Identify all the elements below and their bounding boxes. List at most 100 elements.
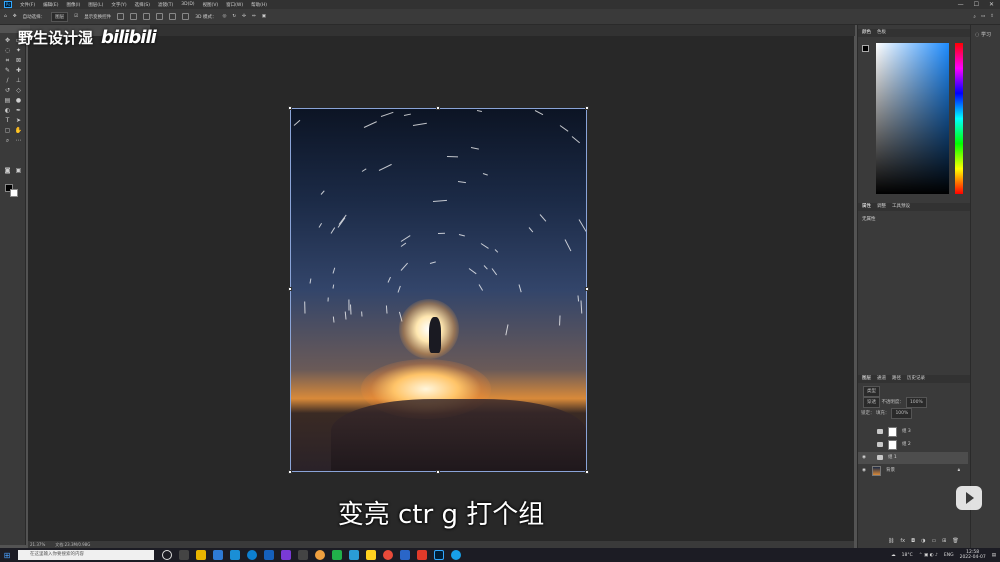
weather-temp[interactable]: 18°C xyxy=(902,553,913,558)
blend-mode-dropdown[interactable]: 穿透 xyxy=(863,397,880,408)
edge-icon[interactable] xyxy=(247,550,257,560)
app-icon[interactable] xyxy=(417,550,427,560)
task-view-icon[interactable] xyxy=(179,550,189,560)
3d-pan-icon[interactable]: ✣ xyxy=(242,14,246,19)
path-selection-tool-icon[interactable]: ➤ xyxy=(14,117,23,125)
align-left-icon[interactable] xyxy=(117,13,125,20)
opacity-input[interactable]: 100% xyxy=(905,397,927,408)
rectangle-tool-icon[interactable]: ▢ xyxy=(3,127,12,135)
align-middle-icon[interactable] xyxy=(169,13,177,20)
chrome-icon[interactable] xyxy=(383,550,393,560)
zoom-level[interactable]: 21.37% xyxy=(30,541,45,548)
background-color-swatch[interactable] xyxy=(10,189,18,197)
menu-item-view[interactable]: 视图(V) xyxy=(203,2,219,8)
transform-handle-left[interactable] xyxy=(288,287,292,291)
new-group-icon[interactable]: ▭ xyxy=(931,538,936,544)
align-right-icon[interactable] xyxy=(143,13,151,20)
menu-item-filter[interactable]: 滤镜(T) xyxy=(158,2,173,8)
screen-mode-icon[interactable]: ▣ xyxy=(14,167,23,175)
tab-swatches[interactable]: 色板 xyxy=(877,29,886,37)
menu-item-select[interactable]: 选择(S) xyxy=(135,2,150,8)
close-button[interactable]: ✕ xyxy=(989,1,994,8)
transform-handle-top[interactable] xyxy=(436,106,440,110)
align-bottom-icon[interactable] xyxy=(182,13,190,20)
hand-tool-icon[interactable]: ✋ xyxy=(14,127,23,135)
transform-handle-top-right[interactable] xyxy=(585,106,589,110)
magic-wand-tool-icon[interactable]: ✦ xyxy=(14,47,23,55)
crop-tool-icon[interactable]: ⌗ xyxy=(3,57,12,65)
link-layers-icon[interactable]: ⛓ xyxy=(888,538,894,544)
menu-item-image[interactable]: 图像(I) xyxy=(66,2,80,8)
layer-row[interactable]: 组 3 xyxy=(858,426,968,438)
windows-start-icon[interactable]: ⊞ xyxy=(0,551,14,560)
menu-item-help[interactable]: 帮助(H) xyxy=(251,2,267,8)
auto-select-dropdown[interactable]: 图层 xyxy=(51,11,69,22)
tab-adjustments[interactable]: 调整 xyxy=(877,203,886,211)
color-field[interactable] xyxy=(876,43,949,194)
notification-icon[interactable]: ▤ xyxy=(992,553,996,558)
layer-row-selected[interactable]: ◉ 组 1 xyxy=(858,452,968,464)
menu-item-layer[interactable]: 图层(L) xyxy=(88,2,103,8)
transform-handle-right[interactable] xyxy=(585,287,589,291)
workspace-icon[interactable]: ▭ xyxy=(981,14,985,20)
layer-style-icon[interactable]: fx xyxy=(900,538,905,544)
type-tool-icon[interactable]: T xyxy=(3,117,12,125)
tab-tool-presets[interactable]: 工具预设 xyxy=(892,203,910,211)
tab-history[interactable]: 历史记录 xyxy=(907,375,925,383)
mail-icon[interactable] xyxy=(230,550,240,560)
taskbar-search-input[interactable]: 在这里输入你要搜索的内容 xyxy=(18,550,154,560)
app-icon[interactable] xyxy=(281,550,291,560)
3d-scale-icon[interactable]: ▣ xyxy=(262,14,266,19)
tab-channels[interactable]: 通道 xyxy=(877,375,886,383)
file-explorer-icon[interactable] xyxy=(196,550,206,560)
canvas-area[interactable]: 变亮 ctr g 打个组 xyxy=(28,36,854,541)
tab-properties[interactable]: 属性 xyxy=(862,203,871,211)
eraser-tool-icon[interactable]: ◇ xyxy=(14,87,23,95)
color-panel-fg-swatch[interactable] xyxy=(862,45,869,52)
wechat-icon[interactable] xyxy=(332,550,342,560)
layer-row[interactable]: ◉ 背景 🔒︎ xyxy=(858,465,968,477)
frame-tool-icon[interactable]: ⊠ xyxy=(14,57,23,65)
3d-orbit-icon[interactable]: ◎ xyxy=(222,14,226,19)
add-mask-icon[interactable]: ◘ xyxy=(911,538,915,544)
eyedropper-tool-icon[interactable]: ✎ xyxy=(3,67,12,75)
hue-slider[interactable] xyxy=(955,43,963,194)
menu-item-edit[interactable]: 编辑(E) xyxy=(43,2,58,8)
clone-stamp-tool-icon[interactable]: ⊥ xyxy=(14,77,23,85)
layer-row[interactable]: 组 2 xyxy=(858,439,968,451)
video-play-icon[interactable] xyxy=(956,486,982,510)
app-icon[interactable] xyxy=(264,550,274,560)
transform-handle-bottom-left[interactable] xyxy=(288,470,292,474)
app-icon[interactable] xyxy=(400,550,410,560)
tray-icons[interactable]: ⌃ ▣ ◐ ♪ xyxy=(919,553,938,558)
blur-tool-icon[interactable]: ● xyxy=(14,97,23,105)
tab-paths[interactable]: 路径 xyxy=(892,375,901,383)
quick-mask-icon[interactable]: ◙ xyxy=(3,167,12,175)
move-tool-icon[interactable]: ✥ xyxy=(13,14,17,19)
trash-icon[interactable]: 🗑︎ xyxy=(952,538,958,544)
tab-color[interactable]: 颜色 xyxy=(862,29,871,37)
brush-tool-icon[interactable]: ∕ xyxy=(3,77,12,85)
maximize-button[interactable]: ☐ xyxy=(974,1,979,8)
transform-handle-bottom[interactable] xyxy=(436,470,440,474)
align-center-icon[interactable] xyxy=(130,13,138,20)
cortana-icon[interactable] xyxy=(162,550,172,560)
more-tools-icon[interactable]: ⋯ xyxy=(14,137,23,145)
menu-item-file[interactable]: 文件(F) xyxy=(20,2,35,8)
pen-tool-icon[interactable]: ✒ xyxy=(14,107,23,115)
store-icon[interactable] xyxy=(213,550,223,560)
menu-item-window[interactable]: 窗口(W) xyxy=(226,2,243,8)
app-icon[interactable] xyxy=(315,550,325,560)
dodge-tool-icon[interactable]: ◐ xyxy=(3,107,12,115)
menu-item-3d[interactable]: 3D(D) xyxy=(181,2,194,7)
menu-item-type[interactable]: 文字(Y) xyxy=(111,2,126,8)
search-icon[interactable]: ⌕ xyxy=(973,14,976,20)
healing-brush-tool-icon[interactable]: ✚ xyxy=(14,67,23,75)
new-layer-icon[interactable]: ⊞ xyxy=(942,538,946,544)
adjustment-layer-icon[interactable]: ◑ xyxy=(921,538,925,544)
app-icon[interactable] xyxy=(349,550,359,560)
3d-slide-icon[interactable]: ⇔ xyxy=(252,14,256,19)
minimize-button[interactable]: — xyxy=(958,1,964,8)
show-transform-checkbox[interactable]: ☑ xyxy=(74,14,78,19)
weather-icon[interactable]: ☁ xyxy=(891,553,896,558)
